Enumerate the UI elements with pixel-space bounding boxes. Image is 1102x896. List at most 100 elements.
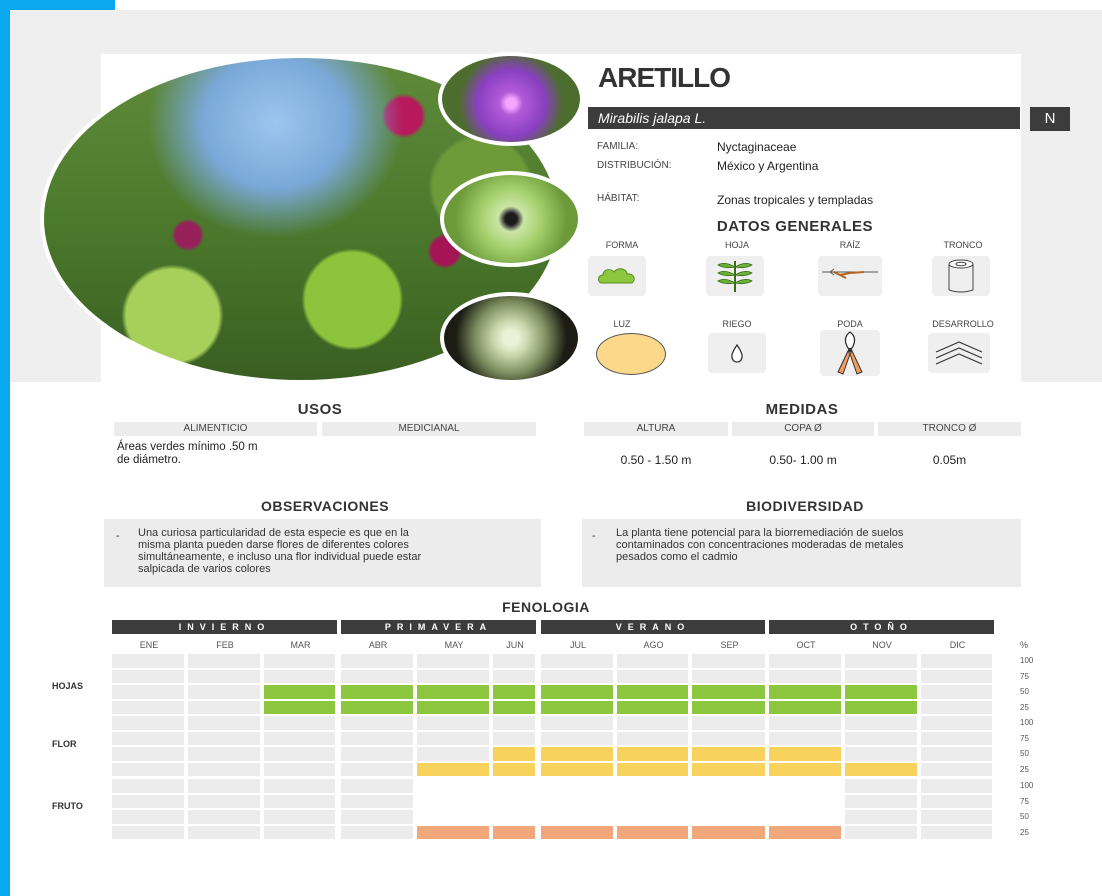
tronco-label: TRONCO (943, 240, 983, 250)
observaciones-title: OBSERVACIONES (260, 498, 390, 514)
phenology-cell (264, 779, 335, 793)
phenology-cell (493, 810, 535, 824)
datos-generales-title: DATOS GENERALES (716, 218, 874, 235)
phenology-cell (493, 731, 535, 746)
phenology-cell (845, 810, 917, 824)
phenology-cell (541, 700, 613, 715)
phenology-cell (188, 731, 260, 746)
phenology-cell (617, 716, 688, 730)
pruning-shears-icon (820, 330, 880, 376)
phenology-cell (341, 669, 413, 684)
tronco-header: TRONCO Ø (878, 422, 1021, 436)
phenology-cell (493, 762, 535, 777)
altura-value: 0.50 - 1.50 m (620, 453, 692, 467)
leaf-branch-icon (706, 256, 764, 296)
copa-header: COPA Ø (732, 422, 874, 436)
phenology-cell (264, 685, 335, 699)
phenology-cell (845, 779, 917, 793)
phenology-cell (541, 716, 613, 730)
seed-closeup-photo (440, 171, 582, 267)
phenology-cell (692, 716, 765, 730)
phenology-cell (541, 810, 613, 824)
phenology-cell (417, 825, 489, 840)
phenology-cell (112, 779, 184, 793)
phenology-cell (112, 825, 184, 840)
phenology-cell (692, 700, 765, 715)
phenology-cell (341, 825, 413, 840)
phenology-cell (264, 825, 335, 840)
phenology-cell (341, 779, 413, 793)
water-drop-icon (708, 333, 766, 373)
desarrollo-label: DESARROLLO (932, 319, 994, 329)
phenology-cell (769, 810, 841, 824)
phenology-cell (112, 654, 184, 668)
plant-scientific-name: Mirabilis jalapa L. (598, 110, 707, 126)
month-label: NOV (872, 640, 892, 650)
phenology-cell (417, 669, 489, 684)
top-accent-tab (0, 0, 115, 10)
phenology-cell (417, 716, 489, 730)
phenology-cell (493, 669, 535, 684)
phenology-cell (112, 810, 184, 824)
observaciones-line: misma planta pueden darse flores de dife… (138, 539, 409, 551)
phenology-cell (921, 825, 992, 840)
phenology-cell (769, 654, 841, 668)
phenology-cell (769, 669, 841, 684)
month-label: MAR (290, 640, 311, 650)
phenology-cell (921, 810, 992, 824)
phenology-cell (845, 669, 917, 684)
phenology-cell (341, 810, 413, 824)
phenology-cell (264, 762, 335, 777)
phenology-cell (188, 810, 260, 824)
phenology-cell (112, 669, 184, 684)
percent-level-label: 100 (1020, 781, 1034, 790)
row-label-flor: FLOR (52, 739, 77, 749)
phenology-cell (188, 779, 260, 793)
phenology-cell (541, 669, 613, 684)
phenology-cell (417, 731, 489, 746)
row-label-hojas: HOJAS (52, 681, 84, 691)
phenology-cell (769, 731, 841, 746)
percent-level-label: 50 (1020, 749, 1029, 759)
phenology-cell (341, 747, 413, 761)
phenology-cell (692, 779, 765, 793)
phenology-cell (112, 700, 184, 715)
phenology-cell (541, 779, 613, 793)
growth-chevrons-icon (928, 333, 990, 373)
phenology-cell (845, 825, 917, 840)
phenology-cell (417, 810, 489, 824)
phenology-cell (845, 794, 917, 809)
phenology-cell (188, 747, 260, 761)
phenology-cell (617, 747, 688, 761)
phenology-cell (341, 762, 413, 777)
phenology-cell (769, 700, 841, 715)
season-primavera: PRIMAVERA (341, 620, 536, 634)
flower-closeup-photo (438, 52, 584, 146)
phenology-cell (617, 700, 688, 715)
phenology-cell (692, 685, 765, 699)
phenology-cell (264, 700, 335, 715)
fact-sheet: ARETILLO Mirabilis jalapa L. N FAMILIA: … (0, 0, 1102, 896)
phenology-cell (188, 825, 260, 840)
phenology-cell (921, 700, 992, 715)
phenology-cell (769, 794, 841, 809)
percent-level-label: 25 (1020, 702, 1029, 712)
phenology-cell (845, 731, 917, 746)
phenology-cell (541, 794, 613, 809)
phenology-cell (617, 731, 688, 746)
phenology-cell (188, 794, 260, 809)
phenology-cell (417, 700, 489, 715)
phenology-cell (921, 762, 992, 777)
phenology-cell (112, 747, 184, 761)
tronco-value: 0.05m (932, 453, 967, 467)
phenology-cell (264, 794, 335, 809)
month-label: FEB (216, 640, 234, 650)
phenology-cell (341, 700, 413, 715)
phenology-cell (617, 685, 688, 699)
copa-value: 0.50- 1.00 m (769, 453, 837, 467)
phenology-cell (617, 794, 688, 809)
percent-level-label: 75 (1020, 733, 1029, 743)
phenology-cell (845, 716, 917, 730)
month-label: OCT (796, 640, 816, 650)
month-label: SEP (720, 640, 739, 650)
